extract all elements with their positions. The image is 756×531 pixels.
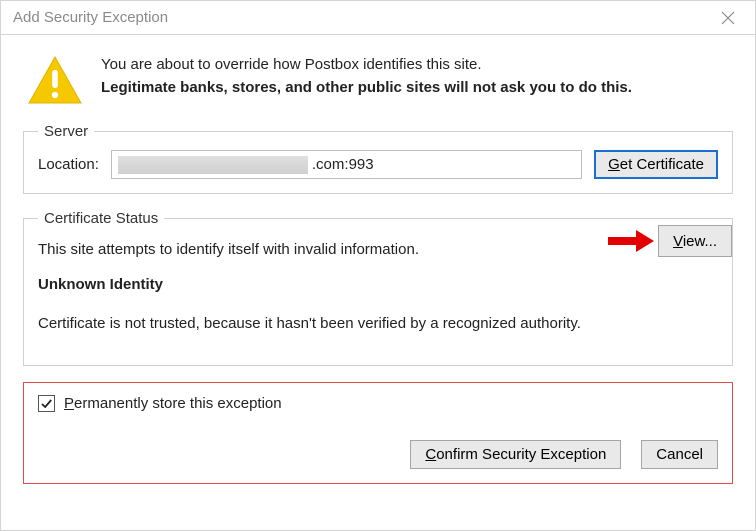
cancel-button[interactable]: Cancel [641,440,718,469]
get-certificate-button[interactable]: Get Certificate [594,150,718,179]
permanent-label: Permanently store this exception [64,395,282,412]
intro-line2: Legitimate banks, stores, and other publ… [101,76,632,99]
location-input[interactable]: .com:993 [111,150,582,179]
cert-identity-heading: Unknown Identity [38,276,718,293]
server-fieldset: Server Location: .com:993 Get Certificat… [23,123,733,194]
cert-identity-detail: Certificate is not trusted, because it h… [38,313,718,336]
close-icon[interactable] [711,11,745,25]
redacted-domain [118,156,308,174]
server-legend: Server [38,123,94,140]
location-label: Location: [38,156,99,173]
location-suffix: .com:993 [312,156,374,173]
warning-icon [27,53,83,109]
confirm-button[interactable]: Confirm Security Exception [410,440,621,469]
cert-status-legend: Certificate Status [38,210,164,227]
bottom-panel: Permanently store this exception Confirm… [23,382,733,484]
arrow-icon [608,229,654,253]
window-title: Add Security Exception [13,9,168,26]
intro-line1: You are about to override how Postbox id… [101,53,632,76]
permanent-checkbox[interactable] [38,395,55,412]
view-button[interactable]: View... [658,225,732,257]
cert-status-fieldset: Certificate Status This site attempts to… [23,210,733,366]
